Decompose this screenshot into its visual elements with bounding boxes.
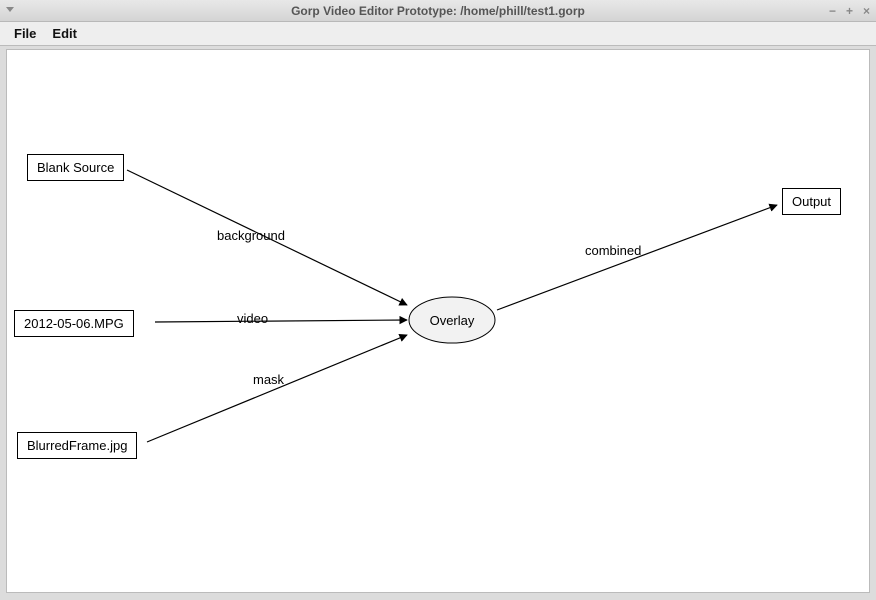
node-blank-source[interactable]: Blank Source <box>27 154 124 181</box>
node-label: Blank Source <box>37 160 114 175</box>
node-overlay[interactable]: Overlay <box>407 295 497 345</box>
node-blurred-frame[interactable]: BlurredFrame.jpg <box>17 432 137 459</box>
window-menu-caret-icon[interactable] <box>6 7 14 12</box>
node-output[interactable]: Output <box>782 188 841 215</box>
menubar: File Edit <box>0 22 876 46</box>
maximize-icon[interactable]: + <box>846 4 853 18</box>
edge-label-background: background <box>217 228 285 243</box>
window-controls: − + × <box>829 4 870 18</box>
node-label: Overlay <box>407 295 497 345</box>
node-label: BlurredFrame.jpg <box>27 438 127 453</box>
menu-edit[interactable]: Edit <box>44 24 85 43</box>
edge-label-video: video <box>237 311 268 326</box>
edge-label-combined: combined <box>585 243 641 258</box>
minimize-icon[interactable]: − <box>829 4 836 18</box>
edge-label-mask: mask <box>253 372 284 387</box>
node-label: Output <box>792 194 831 209</box>
node-label: 2012-05-06.MPG <box>24 316 124 331</box>
window-title: Gorp Video Editor Prototype: /home/phill… <box>291 4 585 18</box>
menu-file[interactable]: File <box>6 24 44 43</box>
edge-video <box>155 320 407 322</box>
node-mpg-file[interactable]: 2012-05-06.MPG <box>14 310 134 337</box>
edge-mask <box>147 335 407 442</box>
titlebar: Gorp Video Editor Prototype: /home/phill… <box>0 0 876 22</box>
close-icon[interactable]: × <box>863 4 870 18</box>
graph-canvas[interactable]: Blank Source 2012-05-06.MPG BlurredFrame… <box>6 49 870 593</box>
